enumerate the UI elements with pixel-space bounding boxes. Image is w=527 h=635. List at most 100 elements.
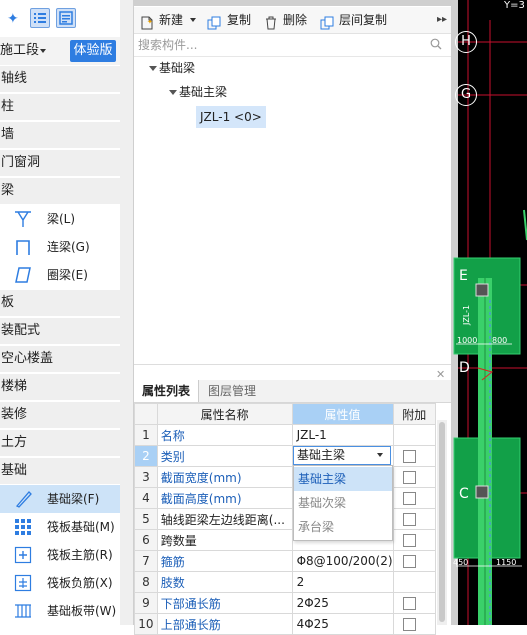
search-input[interactable]: 搜索构件... bbox=[138, 34, 197, 56]
category-axis[interactable]: 轴线 bbox=[0, 66, 120, 92]
attach-checkbox[interactable] bbox=[402, 471, 416, 484]
category-hollow-floor[interactable]: 空心楼盖 bbox=[0, 346, 120, 372]
search-icon[interactable] bbox=[430, 38, 442, 53]
component-nav-panel: ✦ 施工段 体验版 轴线 柱 墙 门窗洞 梁 梁(L) 连梁(G) 圈梁(E) … bbox=[0, 0, 120, 625]
category-wall[interactable]: 墙 bbox=[0, 122, 120, 148]
axis-label-c: C bbox=[459, 486, 469, 502]
cad-drawing-canvas[interactable]: Y=3 H G E D C 1000 800 1150 450 JZL-1 bbox=[452, 0, 527, 625]
table-row[interactable]: 9 下部通长筋 2Φ25 bbox=[134, 592, 437, 614]
segment-label[interactable]: 施工段 bbox=[0, 37, 39, 65]
trash-icon bbox=[264, 13, 278, 30]
segment-row: 施工段 体验版 bbox=[0, 37, 120, 65]
copy-icon bbox=[207, 13, 221, 30]
table-row[interactable]: 8 肢数 2 bbox=[134, 571, 437, 593]
expand-icon[interactable] bbox=[169, 90, 177, 95]
axis-bubble-h: H bbox=[455, 31, 477, 53]
tree-node-main-foundation-beam[interactable]: 基础主梁 bbox=[179, 82, 227, 102]
beam-icon bbox=[14, 210, 32, 228]
tab-property-list[interactable]: 属性列表 bbox=[134, 380, 200, 402]
attach-checkbox[interactable] bbox=[402, 555, 416, 568]
ring-beam-icon bbox=[14, 266, 32, 284]
value-cell[interactable]: Φ8@100/200(2) bbox=[291, 550, 394, 572]
dimension-text: 450 bbox=[453, 558, 469, 567]
category-foundation[interactable]: 基础 bbox=[0, 458, 120, 484]
value-cell[interactable]: 2Φ25 bbox=[291, 592, 394, 614]
axis-label-e: E bbox=[459, 268, 468, 284]
coupling-beam-icon bbox=[14, 238, 32, 256]
value-cell[interactable]: 2 bbox=[291, 571, 394, 593]
beam-label-text: JZL-1 bbox=[462, 304, 471, 325]
table-row[interactable]: 10 上部通长筋 4Φ25 bbox=[134, 613, 437, 635]
new-document-icon: ✦ bbox=[140, 13, 154, 30]
category-earthwork[interactable]: 土方 bbox=[0, 430, 120, 456]
scrollbar-thumb[interactable] bbox=[439, 422, 445, 622]
expand-icon[interactable] bbox=[149, 66, 157, 71]
svg-text:✦: ✦ bbox=[147, 18, 153, 26]
sparkle-icon[interactable]: ✦ bbox=[4, 8, 24, 28]
more-icon[interactable]: ▸▸ bbox=[437, 7, 449, 33]
new-button[interactable]: ✦ 新建 bbox=[140, 7, 200, 33]
axis-label-d: D bbox=[459, 360, 470, 376]
foundation-strip-icon bbox=[14, 602, 32, 620]
attach-checkbox[interactable] bbox=[402, 450, 416, 463]
category-column[interactable]: 柱 bbox=[0, 94, 120, 120]
attach-checkbox[interactable] bbox=[402, 597, 416, 610]
category-decoration[interactable]: 装修 bbox=[0, 402, 120, 428]
nav-item-raft-main-rebar[interactable]: 筏板主筋(R) bbox=[0, 541, 120, 569]
table-row[interactable]: 7 箍筋 Φ8@100/200(2) bbox=[134, 550, 437, 572]
foundation-beam-icon bbox=[14, 490, 32, 508]
list-view-icon[interactable] bbox=[30, 8, 50, 28]
raft-foundation-icon bbox=[14, 518, 32, 536]
header-name: 属性名称 bbox=[156, 403, 293, 425]
floor-copy-button[interactable]: 层间复制 bbox=[320, 7, 400, 33]
component-toolbar: ✦ 新建 复制 删除 层间复制 ▸▸ bbox=[134, 7, 451, 34]
trial-version-button[interactable]: 体验版 bbox=[70, 40, 116, 62]
new-dropdown-icon bbox=[190, 18, 196, 22]
splitter[interactable] bbox=[134, 364, 451, 365]
delete-button[interactable]: 删除 bbox=[264, 7, 314, 33]
category-door-window[interactable]: 门窗洞 bbox=[0, 150, 120, 176]
category-slab[interactable]: 板 bbox=[0, 290, 120, 316]
category-prefab[interactable]: 装配式 bbox=[0, 318, 120, 344]
dimension-text: 800 bbox=[492, 336, 508, 345]
cad-coordinate-text: Y=3 bbox=[504, 0, 525, 11]
nav-item-beam[interactable]: 梁(L) bbox=[0, 205, 120, 233]
value-cell[interactable]: JZL-1 bbox=[291, 424, 394, 446]
nav-item-foundation-beam[interactable]: 基础梁(F) bbox=[0, 485, 120, 513]
option-pile-cap-beam[interactable]: 承台梁 bbox=[294, 515, 392, 539]
header-value: 属性值 bbox=[291, 403, 394, 425]
option-secondary-beam[interactable]: 基础次梁 bbox=[294, 491, 392, 515]
header-number bbox=[134, 403, 158, 425]
table-row[interactable]: 1 名称 JZL-1 bbox=[134, 424, 437, 446]
option-main-beam[interactable]: 基础主梁 bbox=[294, 467, 392, 491]
detail-view-icon[interactable] bbox=[56, 8, 76, 28]
search-row: 搜索构件... bbox=[134, 34, 451, 57]
chevron-up-icon[interactable] bbox=[377, 453, 383, 457]
component-tree: 基础梁 基础主梁 JZL-1 <0> bbox=[134, 57, 451, 363]
dimension-text: 1000 bbox=[457, 336, 478, 345]
category-dropdown: 基础主梁 基础次梁 承台梁 bbox=[293, 465, 393, 541]
raft-negative-rebar-icon bbox=[14, 574, 32, 592]
category-stair[interactable]: 楼梯 bbox=[0, 374, 120, 400]
attach-checkbox[interactable] bbox=[402, 492, 416, 505]
tree-node-jzl-1[interactable]: JZL-1 <0> bbox=[196, 106, 266, 128]
value-cell[interactable]: 4Φ25 bbox=[291, 613, 394, 635]
copy-button[interactable]: 复制 bbox=[207, 7, 257, 33]
category-beam[interactable]: 梁 bbox=[0, 178, 120, 204]
nav-item-raft-negative-rebar[interactable]: 筏板负筋(X) bbox=[0, 569, 120, 597]
nav-item-raft-foundation[interactable]: 筏板基础(M) bbox=[0, 513, 120, 541]
tab-layer-management[interactable]: 图层管理 bbox=[200, 380, 264, 402]
tree-node-foundation-beam[interactable]: 基础梁 bbox=[159, 58, 195, 78]
svg-text:✦: ✦ bbox=[7, 11, 19, 27]
nav-item-foundation-strip[interactable]: 基础板带(W) bbox=[0, 597, 120, 625]
panel-separator[interactable] bbox=[120, 0, 133, 625]
floor-copy-icon bbox=[320, 13, 334, 30]
top-tab-strip bbox=[134, 0, 451, 6]
segment-dropdown-icon[interactable] bbox=[40, 49, 46, 53]
attach-checkbox[interactable] bbox=[402, 513, 416, 526]
component-list-panel: ✦ 新建 复制 删除 层间复制 ▸▸ 搜索构件... 基础梁 基础主梁 JZL-… bbox=[133, 0, 452, 635]
nav-item-coupling-beam[interactable]: 连梁(G) bbox=[0, 233, 120, 261]
nav-item-ring-beam[interactable]: 圈梁(E) bbox=[0, 261, 120, 289]
nav-toolbar: ✦ bbox=[0, 0, 120, 36]
attach-checkbox[interactable] bbox=[402, 534, 416, 547]
